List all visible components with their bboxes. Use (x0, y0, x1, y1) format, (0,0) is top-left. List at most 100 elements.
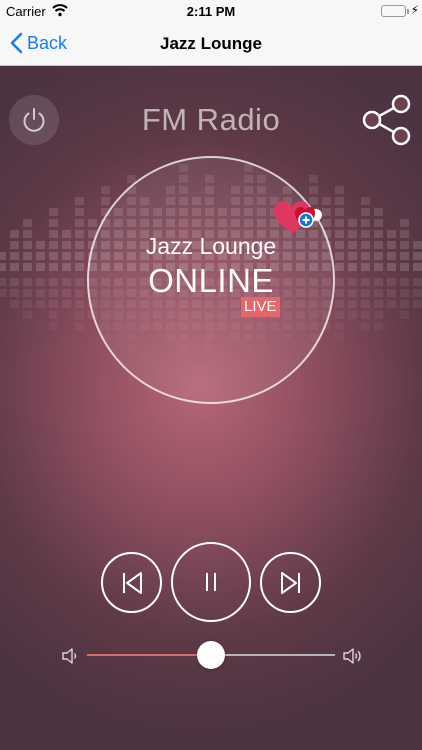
equalizer-segment (348, 263, 357, 271)
equalizer-reflection-segment (49, 300, 58, 308)
equalizer-segment (335, 186, 344, 194)
equalizer-segment (75, 241, 84, 249)
equalizer-reflection-segment (23, 311, 32, 319)
equalizer-reflection-segment (413, 289, 422, 297)
equalizer-reflection-segment (49, 311, 58, 319)
equalizer-segment (374, 252, 383, 260)
volume-low-icon (62, 648, 77, 664)
equalizer-segment (49, 252, 58, 260)
equalizer-segment (413, 241, 422, 249)
equalizer-segment (62, 252, 71, 260)
equalizer-reflection-segment (49, 278, 58, 286)
equalizer-reflection-segment (400, 289, 409, 297)
equalizer-reflection-segment (10, 289, 19, 297)
equalizer-reflection-segment (23, 278, 32, 286)
equalizer-segment (400, 219, 409, 227)
charging-icon: ⚡ (410, 3, 419, 17)
equalizer-segment (348, 241, 357, 249)
volume-thumb[interactable] (197, 641, 225, 669)
equalizer-reflection-segment (387, 300, 396, 308)
equalizer-segment (49, 208, 58, 216)
equalizer-reflection-segment (75, 278, 84, 286)
equalizer-reflection-segment (413, 300, 422, 308)
equalizer-segment (10, 263, 19, 271)
equalizer-segment (49, 263, 58, 271)
equalizer-segment (101, 197, 110, 205)
volume-slider[interactable] (87, 640, 335, 670)
equalizer-segment (413, 263, 422, 271)
equalizer-segment (23, 263, 32, 271)
equalizer-reflection-segment (361, 322, 370, 330)
equalizer-segment (400, 241, 409, 249)
equalizer-reflection-segment (374, 322, 383, 330)
equalizer-segment (62, 241, 71, 249)
equalizer-segment (387, 263, 396, 271)
volume-fill (87, 654, 211, 656)
share-icon (362, 94, 411, 146)
equalizer-reflection-segment (374, 300, 383, 308)
pause-button[interactable] (171, 542, 251, 622)
equalizer-segment (374, 208, 383, 216)
live-badge: LIVE (241, 297, 280, 317)
equalizer-reflection-segment (23, 300, 32, 308)
previous-button[interactable] (101, 552, 162, 613)
equalizer-segment (335, 197, 344, 205)
equalizer-segment (361, 252, 370, 260)
equalizer-segment (387, 252, 396, 260)
equalizer-reflection-segment (348, 278, 357, 286)
equalizer-segment (374, 263, 383, 271)
equalizer-reflection-segment (23, 289, 32, 297)
battery-icon (381, 5, 406, 17)
equalizer-segment (361, 263, 370, 271)
equalizer-segment (10, 230, 19, 238)
station-name: Jazz Lounge (145, 233, 277, 259)
equalizer-segment (374, 241, 383, 249)
equalizer-segment (10, 252, 19, 260)
equalizer-segment (75, 263, 84, 271)
equalizer-segment (75, 230, 84, 238)
equalizer-reflection-segment (0, 278, 6, 286)
equalizer-reflection-segment (75, 300, 84, 308)
equalizer-segment (335, 252, 344, 260)
equalizer-reflection-segment (361, 278, 370, 286)
equalizer-segment (0, 252, 6, 260)
equalizer-segment (387, 241, 396, 249)
equalizer-segment (75, 252, 84, 260)
equalizer-segment (400, 263, 409, 271)
equalizer-segment (335, 241, 344, 249)
equalizer-segment (361, 219, 370, 227)
equalizer-segment (75, 208, 84, 216)
equalizer-segment (309, 186, 318, 194)
skip-next-icon (280, 571, 300, 594)
pause-icon (206, 573, 216, 591)
equalizer-segment (62, 263, 71, 271)
share-button[interactable] (360, 92, 414, 148)
equalizer-reflection-segment (400, 311, 409, 319)
equalizer-segment (335, 263, 344, 271)
equalizer-segment (374, 230, 383, 238)
equalizer-segment (101, 186, 110, 194)
equalizer-reflection-segment (335, 322, 344, 330)
equalizer-reflection-segment (374, 311, 383, 319)
equalizer-reflection-segment (49, 289, 58, 297)
clock: 2:11 PM (186, 4, 236, 19)
equalizer-reflection-segment (75, 289, 84, 297)
equalizer-segment (335, 219, 344, 227)
equalizer-reflection-segment (10, 300, 19, 308)
equalizer-reflection-segment (374, 278, 383, 286)
equalizer-reflection-segment (10, 278, 19, 286)
equalizer-reflection-segment (36, 289, 45, 297)
next-button[interactable] (260, 552, 321, 613)
equalizer-reflection-segment (335, 333, 344, 341)
equalizer-segment (36, 241, 45, 249)
equalizer-segment (374, 219, 383, 227)
equalizer-segment (75, 219, 84, 227)
equalizer-segment (23, 241, 32, 249)
equalizer-segment (10, 241, 19, 249)
equalizer-reflection-segment (62, 289, 71, 297)
equalizer-segment (49, 230, 58, 238)
equalizer-reflection-segment (62, 278, 71, 286)
add-favorite-button[interactable] (272, 197, 328, 237)
equalizer-segment (23, 230, 32, 238)
equalizer-segment (348, 219, 357, 227)
